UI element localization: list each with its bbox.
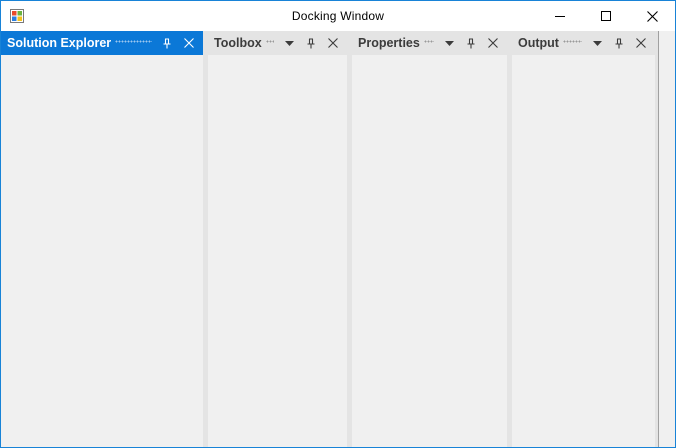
pane-header-toolbox[interactable]: Toolbox bbox=[208, 31, 347, 55]
close-icon bbox=[636, 38, 646, 48]
main-window: Docking Window Solution Explorer Toolbox… bbox=[0, 0, 676, 448]
dock-border-line bbox=[658, 31, 659, 447]
pin-icon bbox=[306, 37, 316, 49]
pin-button[interactable] bbox=[608, 31, 630, 55]
close-icon bbox=[184, 38, 194, 48]
pin-button[interactable] bbox=[156, 31, 178, 55]
close-pane-button[interactable] bbox=[178, 31, 200, 55]
pin-icon bbox=[162, 37, 172, 49]
close-icon bbox=[328, 38, 338, 48]
close-pane-button[interactable] bbox=[482, 31, 504, 55]
close-pane-button[interactable] bbox=[322, 31, 344, 55]
dropdown-arrow-icon bbox=[592, 40, 602, 46]
title-bar[interactable]: Docking Window bbox=[1, 1, 675, 31]
pane-body[interactable] bbox=[352, 55, 507, 447]
drag-grip[interactable] bbox=[562, 40, 582, 46]
maximize-icon bbox=[601, 11, 611, 21]
pane-title: Solution Explorer bbox=[7, 36, 112, 50]
maximize-button[interactable] bbox=[583, 1, 629, 31]
pane-body[interactable] bbox=[208, 55, 347, 447]
minimize-icon bbox=[555, 11, 565, 21]
pin-button[interactable] bbox=[300, 31, 322, 55]
pane-menu-button[interactable] bbox=[586, 31, 608, 55]
pane-properties: Properties bbox=[352, 31, 507, 447]
windows-app-icon[interactable] bbox=[10, 9, 24, 23]
drag-grip[interactable] bbox=[115, 40, 152, 46]
pane-header-properties[interactable]: Properties bbox=[352, 31, 507, 55]
pin-button[interactable] bbox=[460, 31, 482, 55]
pane-output: Output bbox=[512, 31, 655, 447]
dock-area: Solution Explorer Toolbox Properties Out… bbox=[1, 31, 675, 447]
dropdown-arrow-icon bbox=[444, 40, 454, 46]
pane-body[interactable] bbox=[1, 55, 203, 447]
pane-title: Output bbox=[518, 36, 559, 50]
pane-solution-explorer: Solution Explorer bbox=[1, 31, 203, 447]
close-pane-button[interactable] bbox=[630, 31, 652, 55]
pane-toolbox: Toolbox bbox=[208, 31, 347, 447]
pane-header-solution-explorer[interactable]: Solution Explorer bbox=[1, 31, 203, 55]
pin-icon bbox=[466, 37, 476, 49]
drag-grip[interactable] bbox=[423, 40, 434, 46]
pin-icon bbox=[614, 37, 624, 49]
close-icon bbox=[646, 10, 658, 22]
pane-menu-button[interactable] bbox=[438, 31, 460, 55]
close-icon bbox=[488, 38, 498, 48]
minimize-button[interactable] bbox=[537, 1, 583, 31]
pane-menu-button[interactable] bbox=[278, 31, 300, 55]
pane-header-output[interactable]: Output bbox=[512, 31, 655, 55]
pane-body[interactable] bbox=[512, 55, 655, 447]
dropdown-arrow-icon bbox=[284, 40, 294, 46]
close-window-button[interactable] bbox=[629, 1, 675, 31]
drag-grip[interactable] bbox=[265, 40, 274, 46]
pane-title: Properties bbox=[358, 36, 420, 50]
pane-title: Toolbox bbox=[214, 36, 262, 50]
